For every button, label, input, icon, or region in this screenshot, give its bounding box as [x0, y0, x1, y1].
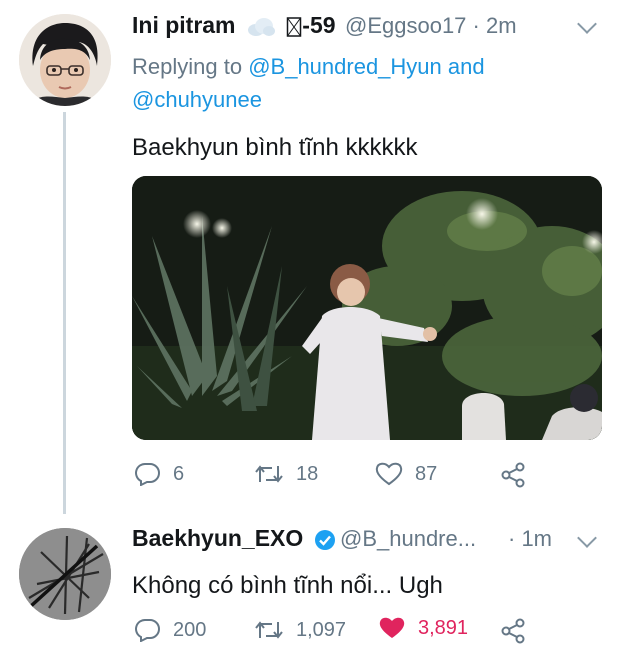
share-action[interactable] [500, 462, 526, 488]
like-count: 87 [415, 462, 438, 485]
reply-action[interactable]: 6 [135, 462, 184, 486]
like-count: 3,891 [418, 616, 469, 639]
tweet-parent[interactable]: Ini pitram -59 @Eggsoo17 · 2m Replying t… [0, 0, 620, 514]
tweet-text: Không có bình tĩnh nổi... Ugh [132, 572, 443, 599]
replying-to-line: Replying to @B_hundred_Hyun and [132, 54, 485, 80]
reply-and[interactable]: and [448, 54, 485, 79]
timestamp[interactable]: · 1m [508, 526, 552, 552]
reply-count: 6 [173, 462, 185, 485]
timestamp[interactable]: · 2m [473, 13, 517, 38]
retweet-icon [255, 621, 283, 639]
reply-mention-1[interactable]: @B_hundred_Hyun [248, 54, 442, 79]
avatar[interactable] [19, 14, 111, 106]
retweet-action[interactable]: 1,097 [254, 618, 346, 642]
user-handle[interactable]: @Eggsoo17 [345, 13, 466, 38]
reply-action[interactable]: 200 [135, 618, 206, 642]
display-name-text: Baekhyun_EXO [132, 525, 304, 551]
avatar-photo [19, 14, 111, 106]
exo-logo-avatar [19, 528, 111, 620]
replying-to-label: Replying to [132, 54, 243, 79]
display-name-suffix: -59 [302, 12, 336, 38]
chevron-down-icon[interactable] [577, 14, 597, 34]
like-action[interactable]: 3,891 [378, 616, 468, 640]
cloud-emoji-icon [247, 17, 275, 36]
like-action[interactable]: 87 [375, 462, 437, 486]
display-name-text: Ini pitram [132, 12, 236, 38]
display-name[interactable]: Ini pitram -59 [132, 12, 336, 39]
tweet-media[interactable] [132, 176, 602, 440]
reply-mention-2[interactable]: @chuhyunee [132, 87, 262, 113]
retweet-action[interactable]: 18 [254, 462, 318, 486]
tweet-text: Baekhyun bình tĩnh kkkkkk [132, 134, 418, 161]
share-action[interactable] [500, 618, 526, 644]
avatar[interactable] [19, 528, 111, 620]
share-icon [501, 618, 525, 644]
like-icon [379, 617, 405, 638]
chevron-down-icon[interactable] [577, 528, 597, 548]
reply-icon [135, 462, 160, 486]
reply-icon [135, 618, 160, 642]
share-icon [501, 462, 525, 488]
like-icon [375, 462, 403, 486]
retweet-icon [255, 465, 283, 483]
reply-count: 200 [173, 618, 207, 641]
missing-glyph-icon [287, 17, 302, 37]
retweet-count: 1,097 [296, 618, 347, 641]
thread-connector-line [63, 112, 66, 514]
retweet-count: 18 [296, 462, 319, 485]
user-handle[interactable]: @B_hundre... [340, 526, 476, 552]
verified-badge-icon [314, 529, 335, 550]
user-handle-meta: @Eggsoo17 · 2m [345, 13, 517, 39]
display-name[interactable]: Baekhyun_EXO [132, 525, 336, 552]
media-image [132, 176, 602, 440]
